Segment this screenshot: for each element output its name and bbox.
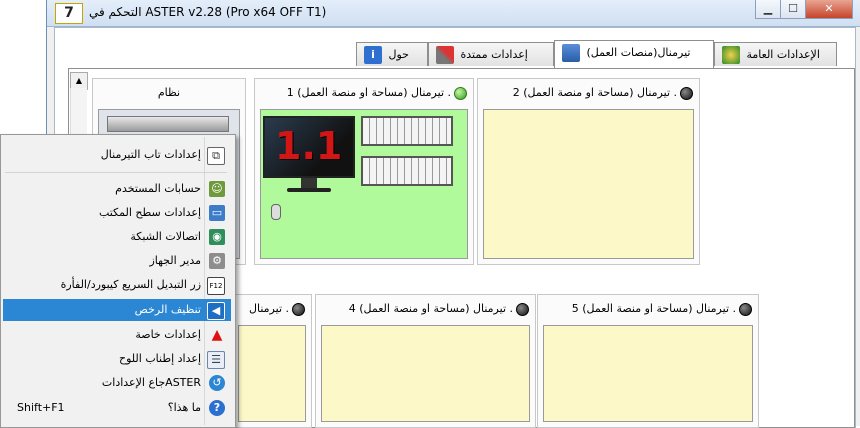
- monitor-icon: 1.1: [263, 116, 355, 194]
- menu-item-board-setup[interactable]: ☰ إعداد إطناب اللوح: [3, 348, 231, 370]
- terminal-number: 1: [286, 86, 294, 99]
- terminal-header-4: . تيرمنال (مساحة او منصة العمل) 4: [316, 295, 535, 323]
- title-bar[interactable]: 7 التحكم في ASTER v2.28 (Pro x64 OFF T1)…: [47, 0, 860, 27]
- terminal-label: . تيرمنال (مساحة او منصة العمل): [523, 86, 677, 99]
- status-inactive-icon: [292, 302, 305, 316]
- terminal-body-1: 1.1: [260, 109, 468, 259]
- mouse-icon: [271, 204, 281, 220]
- terminal-body-2: [483, 109, 694, 259]
- tab-label: حول: [388, 48, 409, 61]
- terminal-panel-2[interactable]: . تيرمنال (مساحة او منصة العمل) 2: [477, 78, 700, 265]
- terminal-label: . تيرمنال: [249, 302, 289, 315]
- monitor-screen-text: 1.1: [275, 124, 343, 168]
- shortcut-label: Shift+F1: [17, 401, 65, 414]
- warning-icon: ▲: [211, 327, 223, 343]
- tab-bar: i حول إعدادات ممتدة تيرمنال(منصات العمل)…: [47, 40, 860, 68]
- menu-item-terminal-tab-settings[interactable]: ⧉ إعدادات تاب التيرمنال: [3, 144, 231, 166]
- terminal-body-3: [238, 325, 306, 422]
- menu-item-restore-settings[interactable]: ↺ ASTERجاع الإعدادات: [3, 372, 231, 394]
- terminal-header-2: . تيرمنال (مساحة او منصة العمل) 2: [478, 79, 699, 107]
- terminal-number: 4: [348, 302, 356, 315]
- tools-icon: [436, 46, 454, 64]
- menu-separator: [5, 172, 227, 173]
- menu-item-desktop-settings[interactable]: ▭ إعدادات سطح المكتب: [3, 202, 231, 224]
- terminal-header-3: . تيرمنال: [233, 295, 311, 323]
- keyboard-icon: [361, 116, 453, 146]
- terminal-panel-3[interactable]: . تيرمنال: [232, 294, 312, 428]
- tab-label: إعدادات ممتدة: [460, 48, 528, 61]
- terminal-panel-1[interactable]: . تيرمنال (مساحة او منصة العمل) 1 1.1: [254, 78, 474, 265]
- terminal-label: . تيرمنال (مساحة او منصة العمل): [297, 86, 451, 99]
- tab-extended-settings[interactable]: إعدادات ممتدة: [428, 42, 554, 66]
- terminal-body-4: [321, 325, 530, 422]
- tab-label: الإعدادات العامة: [746, 48, 820, 61]
- terminal-panel-5[interactable]: . تيرمنال (مساحة او منصة العمل) 5: [537, 294, 759, 428]
- status-inactive-icon: [516, 302, 529, 316]
- menu-item-network-connections[interactable]: ◉ اتصالات الشبكة: [3, 226, 231, 248]
- restore-icon: ↺: [209, 375, 225, 391]
- device-manager-icon: ⚙: [209, 253, 225, 269]
- network-icon: ◉: [209, 229, 225, 245]
- tab-label: تيرمنال(منصات العمل): [586, 46, 691, 59]
- menu-item-device-manager[interactable]: ⚙ مدير الجهاز: [3, 250, 231, 272]
- board-icon: ☰: [207, 351, 225, 369]
- terminal-label: . تيرمنال (مساحة او منصة العمل): [582, 302, 736, 315]
- clean-license-icon: ◀: [207, 302, 225, 320]
- minimize-button[interactable]: ▁: [755, 0, 781, 19]
- system-panel-title: نظام: [157, 86, 181, 99]
- menu-item-keyboard-mouse-switch[interactable]: F12 زر التبديل السريع كيبورد/الفأرة: [3, 274, 231, 296]
- server-icon: [107, 116, 229, 132]
- f12-key-icon: F12: [207, 277, 225, 295]
- help-icon: ?: [209, 400, 225, 416]
- window-title: التحكم في ASTER v2.28 (Pro x64 OFF T1): [89, 5, 327, 19]
- menu-item-clean-licenses[interactable]: ◀ تنظيف الرخص: [3, 299, 231, 321]
- tab-settings-icon: ⧉: [207, 147, 225, 165]
- info-icon: i: [364, 46, 382, 64]
- terminal-header-5: . تيرمنال (مساحة او منصة العمل) 5: [538, 295, 758, 323]
- tab-about[interactable]: i حول: [356, 42, 428, 66]
- menu-item-user-accounts[interactable]: ☺ حسابات المستخدم: [3, 178, 231, 200]
- status-active-icon: [454, 86, 467, 100]
- status-inactive-icon: [739, 302, 752, 316]
- menu-item-special-settings[interactable]: ▲ إعدادات خاصة: [3, 324, 231, 346]
- tab-terminals[interactable]: تيرمنال(منصات العمل): [554, 40, 714, 68]
- terminal-number: 2: [512, 86, 520, 99]
- close-button[interactable]: ✕: [805, 0, 853, 19]
- terminal-panel-4[interactable]: . تيرمنال (مساحة او منصة العمل) 4: [315, 294, 536, 428]
- desktop-icon: ▭: [209, 205, 225, 221]
- settings-icon: [722, 46, 740, 64]
- context-menu: ⧉ إعدادات تاب التيرمنال ☺ حسابات المستخد…: [0, 134, 236, 428]
- maximize-button[interactable]: ☐: [780, 0, 806, 19]
- terminal-body-5: [543, 325, 753, 422]
- terminal-header-1: . تيرمنال (مساحة او منصة العمل) 1: [255, 79, 473, 107]
- status-inactive-icon: [680, 86, 693, 100]
- terminal-label: . تيرمنال (مساحة او منصة العمل): [359, 302, 513, 315]
- keyboard-icon: [361, 156, 453, 186]
- app-logo-icon: 7: [55, 3, 83, 24]
- menu-item-whats-this[interactable]: ? ما هذا؟ Shift+F1: [3, 397, 231, 419]
- workstations-icon: [562, 44, 580, 62]
- tab-general-settings[interactable]: الإعدادات العامة: [714, 42, 837, 66]
- terminal-number: 5: [571, 302, 579, 315]
- users-icon: ☺: [209, 181, 225, 197]
